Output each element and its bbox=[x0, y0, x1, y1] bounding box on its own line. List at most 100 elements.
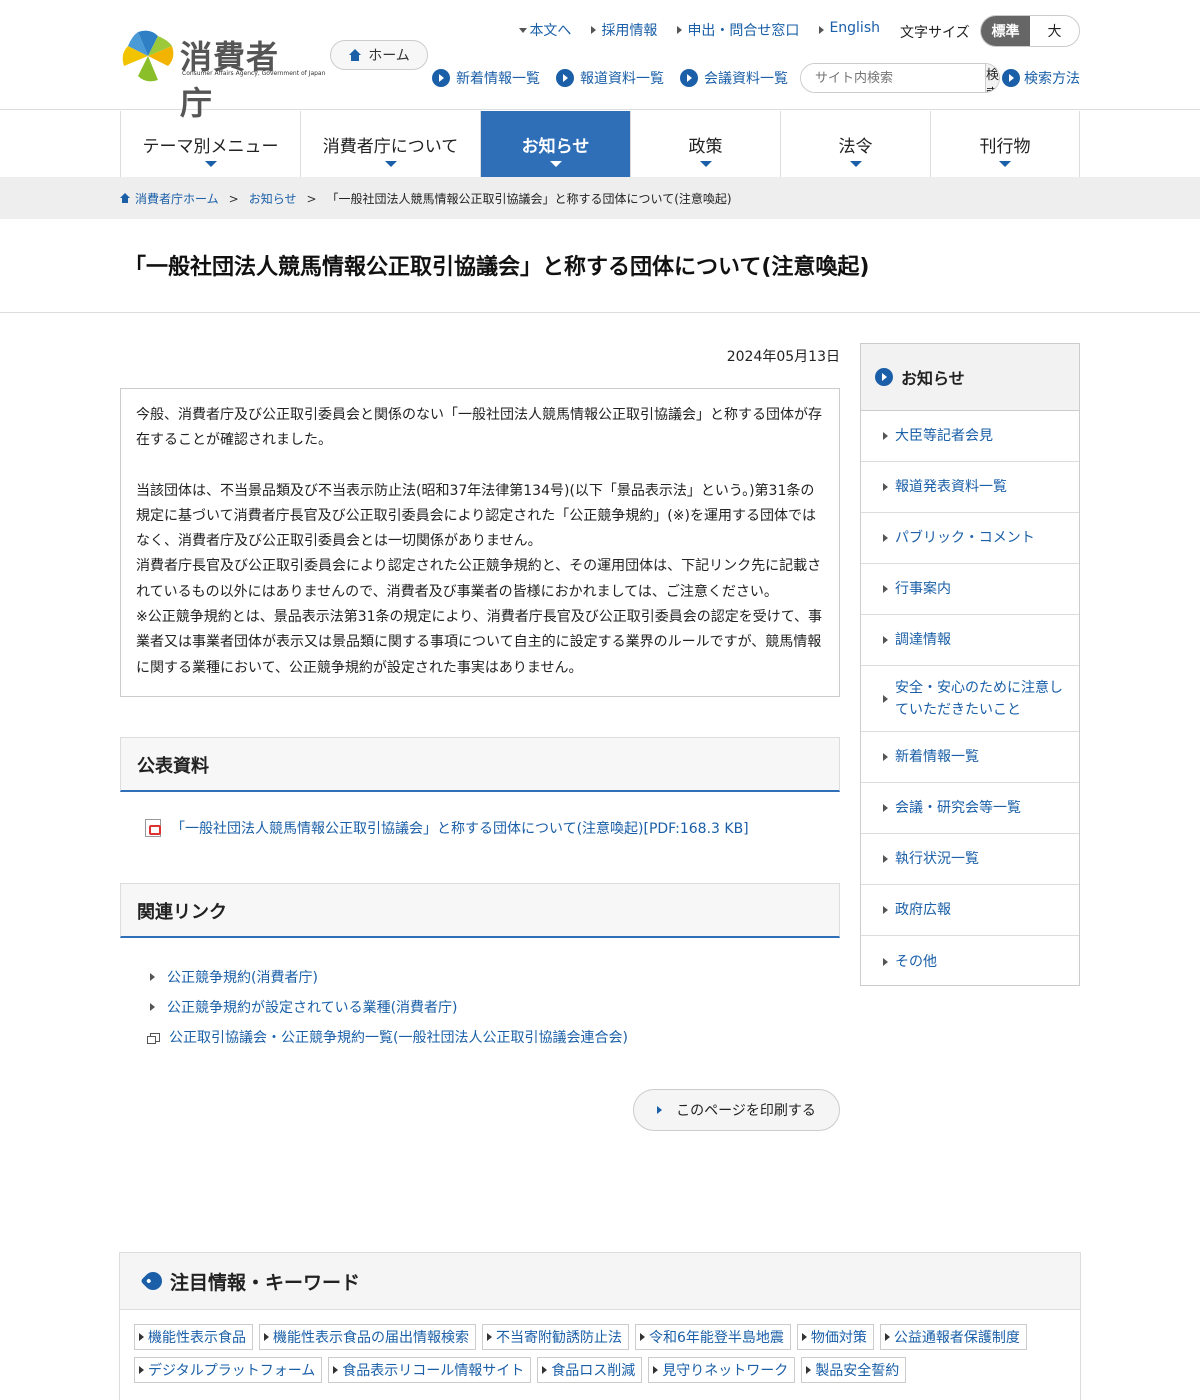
arrow-right-icon bbox=[139, 1366, 144, 1374]
page-title: 「一般社団法人競馬情報公正取引協議会」と称する団体について(注意喚起) bbox=[124, 255, 870, 280]
sidebar-item-label: 会議・研究会等一覧 bbox=[895, 800, 1021, 816]
gnav-news[interactable]: お知らせ bbox=[481, 111, 631, 177]
keyword-label: 物価対策 bbox=[810, 1330, 867, 1346]
keywords-heading-label: 注目情報・キーワード bbox=[170, 1271, 361, 1294]
keyword-tag[interactable]: 機能性表示食品の届出情報検索 bbox=[259, 1324, 476, 1350]
sidebar-item-label: その他 bbox=[895, 953, 937, 970]
sidebar-item-public-comment[interactable]: パブリック・コメント bbox=[861, 513, 1079, 564]
sidebar-item-safety[interactable]: 安全・安心のために注意していただきたいこと bbox=[861, 666, 1079, 732]
keyword-tag[interactable]: 見守りネットワーク bbox=[648, 1357, 796, 1383]
breadcrumb-home[interactable]: 消費者庁ホーム bbox=[120, 190, 219, 207]
print-button[interactable]: このページを印刷する bbox=[633, 1089, 840, 1131]
keyword-tag[interactable]: デジタルプラットフォーム bbox=[134, 1357, 323, 1383]
arrow-right-icon bbox=[487, 1333, 492, 1341]
list-item: 公正取引協議会・公正競争規約一覧(一般社団法人公正取引協議会連合会) bbox=[147, 1022, 628, 1052]
home-button[interactable]: ホーム bbox=[330, 40, 428, 70]
keyword-tag[interactable]: 食品ロス削減 bbox=[537, 1357, 643, 1383]
keyword-label: 令和6年能登半島地震 bbox=[649, 1330, 784, 1346]
sidebar: お知らせ 大臣等記者会見 報道発表資料一覧 パブリック・コメント 行事案内 調達… bbox=[860, 343, 1080, 986]
site-search: 検索 bbox=[800, 63, 1000, 93]
keywords-heading: 注目情報・キーワード bbox=[120, 1253, 1080, 1310]
contact-link[interactable]: 申出・問合せ窓口 bbox=[677, 20, 799, 40]
related-link[interactable]: 公正競争規約(消費者庁) bbox=[167, 967, 318, 987]
keywords-list: 機能性表示食品 機能性表示食品の届出情報検索 不当寄附勧誘防止法 令和6年能登半… bbox=[120, 1310, 1080, 1383]
list-item: 公正競争規約(消費者庁) bbox=[150, 962, 628, 992]
external-link-icon bbox=[147, 1032, 160, 1044]
arrow-circle-icon bbox=[1002, 69, 1020, 87]
sidebar-heading: お知らせ bbox=[861, 344, 1079, 411]
arrow-right-icon bbox=[884, 1333, 890, 1341]
news-list-link[interactable]: 新着情報一覧 bbox=[432, 68, 540, 88]
sidebar-item-label: 行事案内 bbox=[895, 581, 951, 597]
breadcrumb-news[interactable]: お知らせ bbox=[249, 190, 297, 207]
home-icon bbox=[120, 193, 131, 203]
gnav-laws[interactable]: 法令 bbox=[781, 111, 931, 177]
search-button[interactable]: 検索 bbox=[985, 64, 999, 92]
breadcrumb: 消費者庁ホーム > お知らせ > 「一般社団法人競馬情報公正取引協議会」と称する… bbox=[0, 177, 1200, 219]
sidebar-item-procurement[interactable]: 調達情報 bbox=[861, 615, 1079, 666]
arrow-right-icon bbox=[657, 1106, 663, 1114]
keyword-tag[interactable]: 食品表示リコール情報サイト bbox=[328, 1357, 532, 1383]
sidebar-heading-label: お知らせ bbox=[901, 369, 965, 388]
lead-paragraph: 消費者庁長官及び公正取引委員会により認定された公正競争規約と、その運用団体は、下… bbox=[136, 558, 822, 600]
keyword-tag[interactable]: 物価対策 bbox=[796, 1324, 874, 1350]
breadcrumb-separator: > bbox=[228, 191, 239, 206]
arrow-right-icon bbox=[883, 483, 888, 491]
sidebar-item-enforcement[interactable]: 執行状況一覧 bbox=[861, 834, 1079, 885]
gnav-publications[interactable]: 刊行物 bbox=[931, 111, 1080, 177]
logo-mark-icon bbox=[122, 30, 174, 82]
meeting-list-link[interactable]: 会議資料一覧 bbox=[680, 68, 788, 88]
keyword-label: デジタルプラットフォーム bbox=[148, 1363, 316, 1379]
english-link[interactable]: English bbox=[819, 20, 880, 40]
sidebar-item-meetings[interactable]: 会議・研究会等一覧 bbox=[861, 783, 1079, 834]
search-help-label: 検索方法 bbox=[1024, 71, 1080, 87]
sidebar-item-label: 政府広報 bbox=[895, 902, 951, 918]
home-icon bbox=[348, 49, 362, 61]
skip-to-content-link[interactable]: 本文へ bbox=[519, 20, 571, 40]
breadcrumb-current: 「一般社団法人競馬情報公正取引協議会」と称する団体について(注意喚起) bbox=[326, 192, 732, 206]
sidebar-item-news-list[interactable]: 新着情報一覧 bbox=[861, 732, 1079, 783]
lead-paragraph: 当該団体は、不当景品類及び不当表示防止法(昭和37年法律第134号)(以下「景品… bbox=[136, 482, 816, 550]
search-help-link[interactable]: 検索方法 bbox=[1002, 68, 1080, 88]
lead-paragraph: ※公正競争規約とは、景品表示法第31条の規定により、消費者庁長官及び公正取引委員… bbox=[136, 609, 823, 676]
keyword-tag[interactable]: 製品安全誓約 bbox=[801, 1357, 907, 1383]
arrow-right-icon bbox=[883, 432, 888, 440]
recruit-link[interactable]: 採用情報 bbox=[591, 20, 657, 40]
arrow-right-icon bbox=[150, 1003, 155, 1011]
arrow-circle-icon bbox=[680, 69, 698, 87]
related-link[interactable]: 公正取引協議会・公正競争規約一覧(一般社団法人公正取引協議会連合会) bbox=[169, 1027, 628, 1047]
pdf-link[interactable]: 「一般社団法人競馬情報公正取引協議会」と称する団体について(注意喚起)[PDF:… bbox=[145, 818, 749, 838]
search-input[interactable] bbox=[801, 64, 985, 92]
related-link[interactable]: 公正競争規約が設定されている業種(消費者庁) bbox=[167, 997, 458, 1017]
arrow-right-icon bbox=[806, 1366, 812, 1374]
arrow-right-icon bbox=[883, 855, 888, 863]
font-large-button[interactable]: 大 bbox=[1030, 16, 1079, 46]
font-standard-button[interactable]: 標準 bbox=[981, 16, 1030, 46]
press-list-label: 報道資料一覧 bbox=[580, 71, 664, 87]
sidebar-item-press-conference[interactable]: 大臣等記者会見 bbox=[861, 411, 1079, 462]
list-item: 公正競争規約が設定されている業種(消費者庁) bbox=[150, 992, 628, 1022]
sidebar-item-other[interactable]: その他 bbox=[861, 936, 1079, 987]
sidebar-item-events[interactable]: 行事案内 bbox=[861, 564, 1079, 615]
sidebar-item-gov-pr[interactable]: 政府広報 bbox=[861, 885, 1079, 936]
font-size-switch: 標準 大 bbox=[980, 15, 1080, 47]
sidebar-item-press-releases[interactable]: 報道発表資料一覧 bbox=[861, 462, 1079, 513]
lead-box: 今般、消費者庁及び公正取引委員会と関係のない「一般社団法人競馬情報公正取引協議会… bbox=[120, 388, 840, 697]
gnav-policy[interactable]: 政策 bbox=[631, 111, 781, 177]
publish-date: 2024年05月13日 bbox=[726, 349, 840, 365]
site-header: 消費者庁 Consumer Affairs Agency, Government… bbox=[0, 0, 1200, 122]
keyword-tag[interactable]: 不当寄附勧誘防止法 bbox=[482, 1324, 629, 1350]
site-logo[interactable]: 消費者庁 Consumer Affairs Agency, Government… bbox=[120, 28, 325, 122]
gnav-theme-menu[interactable]: テーマ別メニュー bbox=[121, 111, 301, 177]
meeting-list-label: 会議資料一覧 bbox=[704, 71, 788, 87]
arrow-right-icon bbox=[883, 694, 888, 703]
keyword-label: 食品表示リコール情報サイト bbox=[342, 1363, 525, 1379]
keyword-tag[interactable]: 機能性表示食品 bbox=[134, 1324, 253, 1350]
gnav-about[interactable]: 消費者庁について bbox=[301, 111, 481, 177]
keyword-label: 見守りネットワーク bbox=[662, 1363, 789, 1379]
keyword-tag[interactable]: 公益通報者保護制度 bbox=[879, 1324, 1027, 1350]
press-list-link[interactable]: 報道資料一覧 bbox=[556, 68, 664, 88]
breadcrumb-separator: > bbox=[306, 191, 317, 206]
keyword-tag[interactable]: 令和6年能登半島地震 bbox=[635, 1324, 791, 1350]
keyword-label: 不当寄附勧誘防止法 bbox=[496, 1330, 622, 1346]
